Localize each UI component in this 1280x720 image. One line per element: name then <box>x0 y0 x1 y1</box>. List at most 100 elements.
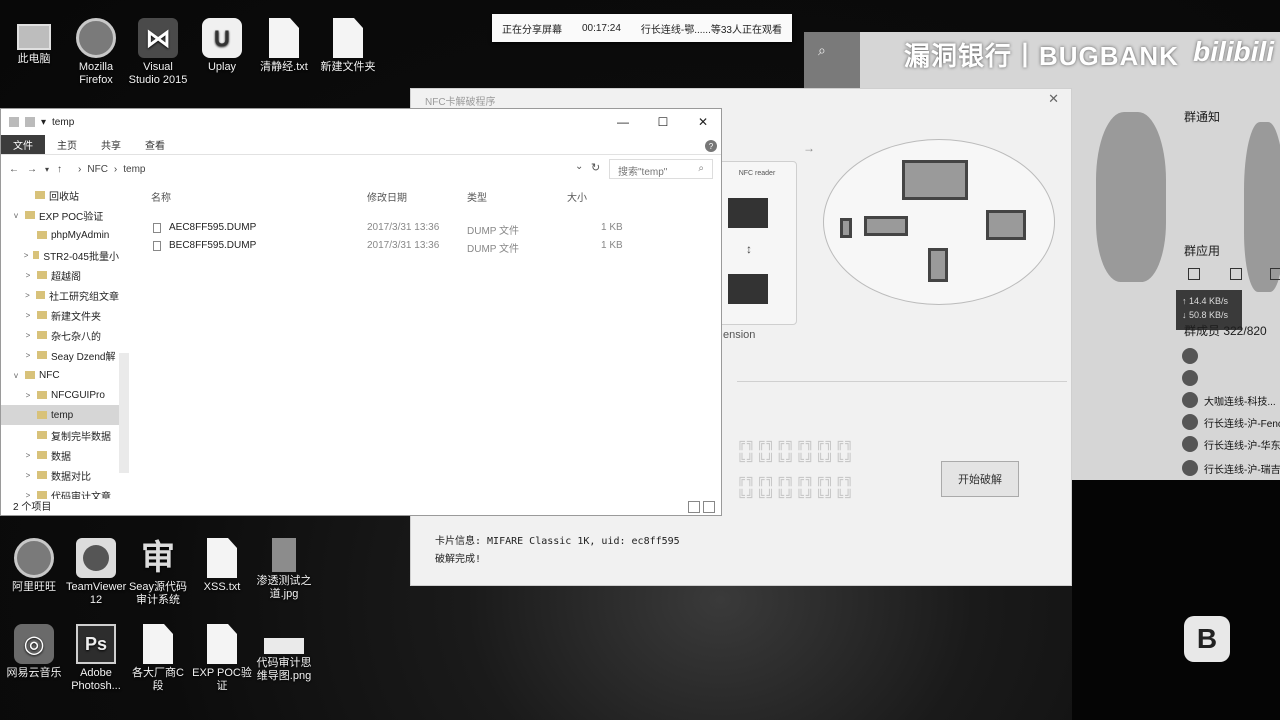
file-type: DUMP 文件 <box>467 244 520 255</box>
chat-item[interactable]: 行长连线-沪-Fenc <box>1182 414 1280 430</box>
tab-view[interactable]: 查看 <box>133 135 177 154</box>
tree-item-recycle-bin[interactable]: 回收站 <box>1 185 119 205</box>
expander-icon[interactable]: > <box>23 331 33 340</box>
expander-icon[interactable]: > <box>23 271 33 280</box>
column-header-type[interactable]: 类型 <box>467 189 487 204</box>
tree-item-str2[interactable]: > STR2-045批量小 <box>1 245 119 265</box>
search-input[interactable]: 搜索"temp" ⌕ <box>609 159 713 179</box>
expander-icon[interactable]: > <box>23 451 33 460</box>
tree-item-phpmyadmin[interactable]: phpMyAdmin <box>1 225 119 245</box>
desktop-icon-aliwangwang[interactable]: 阿里旺旺 <box>4 538 64 594</box>
breadcrumb-item[interactable]: temp <box>123 164 145 175</box>
tree-item-misc[interactable]: > 杂七杂八的 <box>1 325 119 345</box>
quick-access-icon[interactable] <box>25 117 35 127</box>
desktop-icon-this-pc[interactable]: 此电脑 <box>4 18 64 66</box>
expander-icon[interactable]: > <box>23 391 33 400</box>
history-dropdown-icon[interactable]: ▾ <box>45 165 49 174</box>
upload-speed: ↑ 14.4 KB/s <box>1182 296 1229 306</box>
chat-item[interactable]: 行长连线-沪-华东 <box>1182 436 1280 452</box>
chat-item[interactable] <box>1182 348 1198 364</box>
address-dropdown-icon[interactable]: ⌄ <box>575 161 583 172</box>
tree-item-nfc[interactable]: v NFC <box>1 365 119 385</box>
desktop-icon-xss-txt[interactable]: XSS.txt <box>192 538 252 594</box>
tower-icon <box>840 218 852 238</box>
desktop-icon-netease-music[interactable]: ◎ 网易云音乐 <box>4 624 64 680</box>
desktop-icon-mindmap-png[interactable]: 代码审计思维导图.png <box>254 624 314 683</box>
start-crack-button[interactable]: 开始破解 <box>941 461 1019 497</box>
file-icon <box>153 241 161 251</box>
tree-item-nfcguipro[interactable]: > NFCGUIPro <box>1 385 119 405</box>
desktop-icon-firefox[interactable]: Mozilla Firefox <box>66 18 126 87</box>
app-icon[interactable] <box>1188 268 1200 280</box>
app-icon[interactable] <box>1230 268 1242 280</box>
nfc-diagram-label: NFC reader <box>738 170 776 177</box>
tree-item-social-eng[interactable]: > 社工研究组文章 <box>1 285 119 305</box>
chat-item[interactable]: 大咖连线-科技... <box>1182 392 1276 408</box>
column-header-name[interactable]: 名称 <box>151 189 171 204</box>
desktop-icon-csegment[interactable]: 各大厂商C段 <box>128 624 188 693</box>
expander-icon[interactable]: > <box>23 311 33 320</box>
tree-item-exp-poc[interactable]: v EXP POC验证 <box>1 205 119 225</box>
tree-item-new-folder[interactable]: > 新建文件夹 <box>1 305 119 325</box>
close-icon[interactable]: ✕ <box>1048 91 1059 107</box>
explorer-body: 回收站 v EXP POC验证 phpMyAdmin > STR2-045批量小 >… <box>1 185 721 499</box>
bilibili-badge-icon: B <box>1184 616 1230 662</box>
expander-icon[interactable]: > <box>23 251 29 260</box>
laptop-icon <box>986 210 1026 240</box>
desktop-icon-new-folder[interactable]: 新建文件夹 <box>318 18 378 74</box>
chat-item[interactable] <box>1182 370 1198 386</box>
refresh-icon[interactable]: ↻ <box>591 161 600 174</box>
tree-item-label: Seay Dzend解 <box>51 351 116 363</box>
tab-share[interactable]: 共享 <box>89 135 133 154</box>
maximize-icon[interactable]: ☐ <box>643 109 683 135</box>
expander-icon[interactable]: v <box>11 211 21 220</box>
desktop-icon-photoshop[interactable]: Ps Adobe Photosh... <box>66 624 126 693</box>
file-row[interactable]: AEC8FF595.DUMP 2017/3/31 13:36 DUMP 文件 1… <box>151 219 631 237</box>
breadcrumb[interactable]: › NFC › temp <box>78 164 145 175</box>
up-icon[interactable]: ↑ <box>57 164 62 175</box>
search-icon[interactable]: ⌕ <box>818 42 826 59</box>
tree-item-copied-data[interactable]: 复制完毕数据 <box>1 425 119 445</box>
desktop-icon-exp-poc[interactable]: EXP POC验证 <box>192 624 252 693</box>
tree-item-data[interactable]: > 数据 <box>1 445 119 465</box>
tree-item-temp[interactable]: temp <box>1 405 119 425</box>
chat-item[interactable]: 行长连线-沪-瑞吉 <box>1182 460 1280 476</box>
help-icon[interactable]: ? <box>705 140 717 152</box>
explorer-title-bar: ▾ temp — ☐ ✕ <box>1 109 721 135</box>
app-icon[interactable] <box>1270 268 1280 280</box>
tree-scrollbar[interactable] <box>119 353 129 473</box>
expander-icon[interactable]: > <box>23 291 32 300</box>
tree-item-data-compare[interactable]: > 数据对比 <box>1 465 119 485</box>
back-icon[interactable]: ← <box>9 164 19 175</box>
tree-item-seay-dzend[interactable]: > Seay Dzend解 <box>1 345 119 365</box>
devices-diagram <box>823 139 1055 305</box>
desktop-icon-seay[interactable]: 审 Seay源代码审计系统 <box>128 538 188 607</box>
file-row[interactable]: BEC8FF595.DUMP 2017/3/31 13:36 DUMP 文件 1… <box>151 237 631 255</box>
desktop-icon-uplay[interactable]: U Uplay <box>192 18 252 74</box>
expander-icon[interactable]: v <box>11 371 21 380</box>
expander-icon[interactable]: > <box>23 471 33 480</box>
navigation-tree: 回收站 v EXP POC验证 phpMyAdmin > STR2-045批量小 >… <box>1 185 131 499</box>
desktop-icon-pentest-jpg[interactable]: 渗透测试之道.jpg <box>254 538 314 601</box>
desktop-icon-text-file[interactable]: 清静经.txt <box>254 18 314 74</box>
quick-access-dropdown-icon[interactable]: ▾ <box>41 117 46 128</box>
tab-file[interactable]: 文件 <box>1 135 45 154</box>
minimize-icon[interactable]: — <box>603 109 643 135</box>
desktop-icon-teamviewer[interactable]: TeamViewer 12 <box>66 538 126 607</box>
tree-item-code-audit[interactable]: > 代码审计文章 <box>1 485 119 499</box>
close-icon[interactable]: ✕ <box>683 109 723 135</box>
forward-icon[interactable]: → <box>27 164 37 175</box>
column-header-size[interactable]: 大小 <box>567 189 587 204</box>
file-size: 1 KB <box>601 240 623 251</box>
large-icons-view-icon[interactable] <box>703 501 715 513</box>
desktop-icon-visual-studio[interactable]: ⋈ Visual Studio 2015 <box>128 18 188 87</box>
column-header-modified[interactable]: 修改日期 <box>367 189 407 204</box>
folder-icon <box>37 451 47 459</box>
tab-home[interactable]: 主页 <box>45 135 89 154</box>
tree-item-label: 回收站 <box>49 191 79 203</box>
tree-item-chaoyue[interactable]: > 超越阁 <box>1 265 119 285</box>
breadcrumb-item[interactable]: NFC <box>87 164 108 175</box>
expander-icon[interactable]: > <box>23 351 33 360</box>
tree-item-label: 复制完毕数据 <box>51 431 111 443</box>
details-view-icon[interactable] <box>688 501 700 513</box>
